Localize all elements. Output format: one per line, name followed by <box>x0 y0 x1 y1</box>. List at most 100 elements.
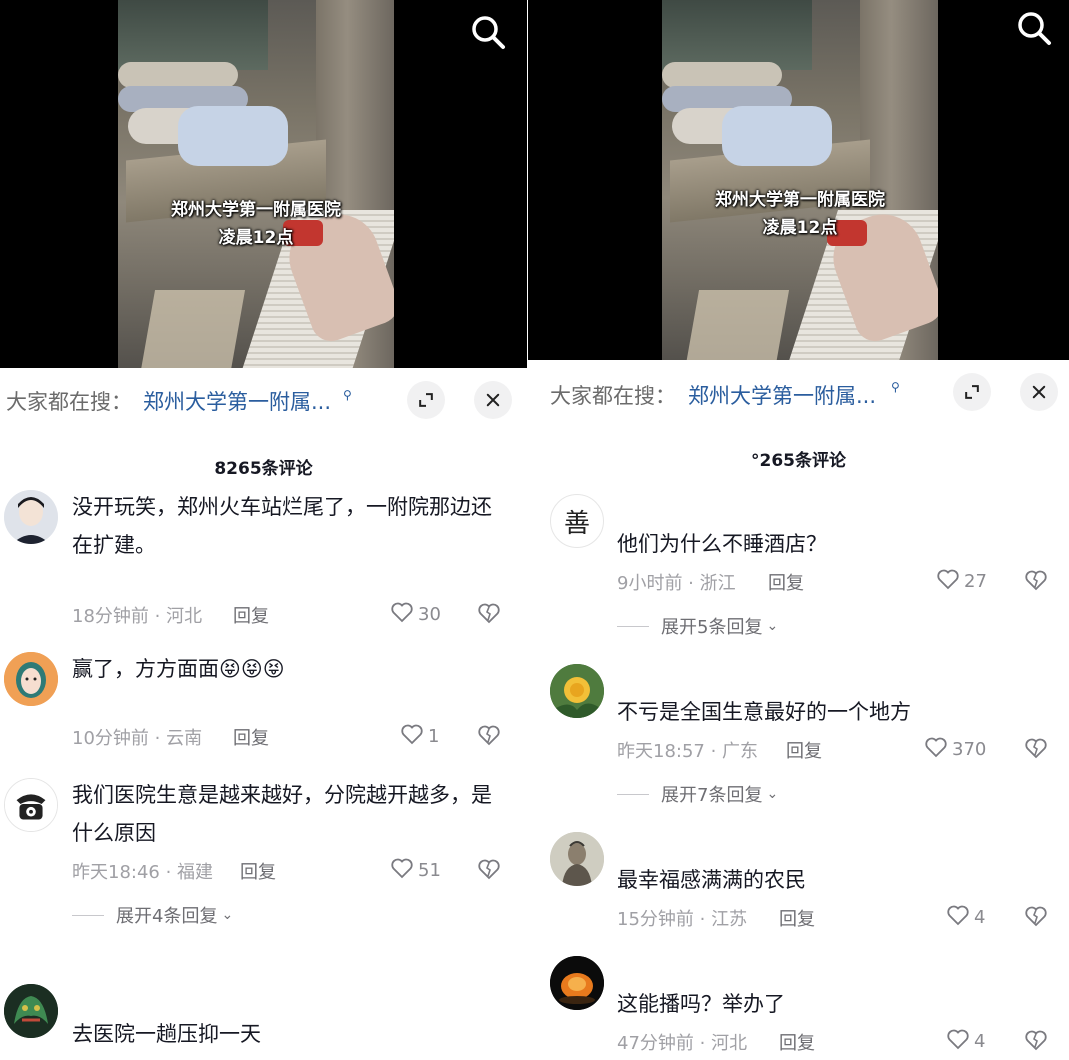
like-button[interactable]: 1 <box>400 722 439 751</box>
comment-text: 我们医院生意是越来越好，分院越开越多，是什么原因 <box>72 783 492 845</box>
comment-meta: 昨天18:46 · 福建 <box>72 862 214 883</box>
like-button[interactable]: 51 <box>390 856 441 885</box>
like-count: 51 <box>418 860 441 881</box>
heart-icon <box>924 735 948 764</box>
reply-button[interactable]: 回复 <box>240 858 276 884</box>
avatar[interactable] <box>550 832 604 886</box>
search-icon: ⚲ <box>343 388 352 402</box>
avatar[interactable] <box>550 956 604 1010</box>
reply-button[interactable]: 回复 <box>768 569 804 595</box>
scene-window <box>118 0 268 70</box>
left-screenshot-panel: 郑州大学第一附属医院 凌晨12点 大家都在搜： 郑州大学第一附属... ⚲ 82… <box>0 0 527 1060</box>
broken-heart-icon[interactable] <box>477 857 501 881</box>
suggestion-query-link[interactable]: 郑州大学第一附属... <box>688 380 876 410</box>
heart-icon <box>946 903 970 932</box>
like-button[interactable]: 4 <box>946 1027 985 1056</box>
comment-item: 最幸福感满满的农民 15分钟前 · 江苏 回复 4 <box>528 830 1069 940</box>
chevron-down-icon: ⌄ <box>766 786 779 802</box>
video-caption: 郑州大学第一附属医院 凌晨12点 <box>118 196 394 252</box>
search-suggestion-bar: 大家都在搜： 郑州大学第一附属... ⚲ <box>528 360 1069 424</box>
video-player[interactable]: 郑州大学第一附属医院 凌晨12点 <box>528 0 1069 360</box>
comment-meta: 15分钟前 · 江苏 <box>617 909 748 930</box>
video-frame: 郑州大学第一附属医院 凌晨12点 <box>662 0 938 360</box>
avatar[interactable]: 善 <box>550 494 604 548</box>
expand-icon[interactable] <box>407 381 445 419</box>
comment-meta: 47分钟前 · 河北 <box>617 1033 748 1054</box>
like-count: 27 <box>964 571 987 592</box>
suggestion-prefix: 大家都在搜： <box>6 390 132 414</box>
comment-item: 赢了，方方面面😝😝😝 10分钟前 · 云南 回复 1 <box>0 650 527 760</box>
comment-meta: 昨天18:57 · 广东 <box>617 741 759 762</box>
heart-icon <box>390 600 414 629</box>
close-icon[interactable] <box>1020 373 1058 411</box>
avatar-glyph: 善 <box>563 508 590 539</box>
comment-item: 不亏是全国生意最好的一个地方 昨天18:57 · 广东 回复 370 展开7条回… <box>528 662 1069 812</box>
search-icon[interactable] <box>468 12 508 52</box>
video-caption: 郑州大学第一附属医院 凌晨12点 <box>662 186 938 242</box>
avatar[interactable] <box>4 778 58 832</box>
expand-replies-button[interactable]: 展开4条回复 ⌄ <box>72 902 233 928</box>
search-icon: ⚲ <box>891 380 900 394</box>
reply-button[interactable]: 回复 <box>233 724 269 750</box>
comment-item: 这能播吗？举办了 47分钟前 · 河北 回复 4 <box>528 954 1069 1060</box>
broken-heart-icon[interactable] <box>477 601 501 625</box>
comment-item: 善 他们为什么不睡酒店？ 9小时前 · 浙江 回复 27 展开5条回复 ⌄ <box>528 494 1069 644</box>
reply-button[interactable]: 回复 <box>779 905 815 931</box>
broken-heart-icon[interactable] <box>477 723 501 747</box>
video-player[interactable]: 郑州大学第一附属医院 凌晨12点 <box>0 0 527 368</box>
like-button[interactable]: 27 <box>936 567 987 596</box>
comment-count: 8265条评论 <box>214 459 313 479</box>
caption-line: 凌晨12点 <box>762 218 838 238</box>
like-count: 4 <box>974 907 986 928</box>
heart-icon <box>400 722 424 751</box>
avatar[interactable] <box>4 984 58 1038</box>
broken-heart-icon[interactable] <box>1024 568 1048 592</box>
search-suggestion-bar: 大家都在搜： 郑州大学第一附属... ⚲ <box>0 368 527 432</box>
video-frame: 郑州大学第一附属医院 凌晨12点 <box>118 0 394 368</box>
expand-replies-button[interactable]: 展开7条回复 ⌄ <box>617 781 778 807</box>
reply-button[interactable]: 回复 <box>233 602 269 628</box>
avatar[interactable] <box>4 490 58 544</box>
expand-icon[interactable] <box>953 373 991 411</box>
comment-text: 赢了，方方面面😝😝😝 <box>72 657 285 681</box>
divider <box>617 793 649 795</box>
like-count: 1 <box>428 726 440 747</box>
expand-replies-button[interactable]: 展开5条回复 ⌄ <box>617 613 778 639</box>
scene-person <box>662 62 782 88</box>
comment-sheet: 大家都在搜： 郑州大学第一附属... ⚲ 8265条评论 没开玩笑，郑州火车站烂… <box>0 368 527 1060</box>
avatar[interactable] <box>550 664 604 718</box>
comment-item: 我们医院生意是越来越好，分院越开越多，是什么原因 昨天18:46 · 福建 回复… <box>0 776 527 976</box>
comment-text: 最幸福感满满的农民 <box>617 868 806 892</box>
caption-line: 凌晨12点 <box>218 228 294 248</box>
comment-text: 没开玩笑，郑州火车站烂尾了，一附院那边还在扩建。 <box>72 495 492 557</box>
avatar[interactable] <box>4 652 58 706</box>
comment-item: 去医院一趟压抑一天 <box>0 984 527 1060</box>
reply-button[interactable]: 回复 <box>786 737 822 763</box>
comment-text: 不亏是全国生意最好的一个地方 <box>617 700 911 724</box>
comment-text: 他们为什么不睡酒店？ <box>617 532 827 556</box>
search-icon[interactable] <box>1014 8 1054 48</box>
heart-icon <box>936 567 960 596</box>
scene-window <box>662 0 812 70</box>
broken-heart-icon[interactable] <box>1024 904 1048 928</box>
comment-meta: 10分钟前 · 云南 <box>72 728 203 749</box>
chevron-down-icon: ⌄ <box>766 618 779 634</box>
comment-count: °265条评论 <box>751 451 846 471</box>
close-icon[interactable] <box>474 381 512 419</box>
expand-replies-label: 展开7条回复 <box>661 785 763 806</box>
like-button[interactable]: 370 <box>924 735 986 764</box>
divider <box>617 625 649 627</box>
like-button[interactable]: 4 <box>946 903 985 932</box>
suggestion-query-link[interactable]: 郑州大学第一附属... <box>143 386 331 416</box>
reply-button[interactable]: 回复 <box>779 1029 815 1055</box>
like-button[interactable]: 30 <box>390 600 441 629</box>
scene-floor <box>684 290 790 360</box>
broken-heart-icon[interactable] <box>1024 736 1048 760</box>
like-count: 370 <box>952 739 987 760</box>
scene-person <box>722 106 832 166</box>
heart-icon <box>390 856 414 885</box>
comment-meta: 9小时前 · 浙江 <box>617 573 736 594</box>
caption-line: 郑州大学第一附属医院 <box>171 200 341 220</box>
broken-heart-icon[interactable] <box>1024 1028 1048 1052</box>
comment-text: 去医院一趟压抑一天 <box>72 1022 261 1046</box>
